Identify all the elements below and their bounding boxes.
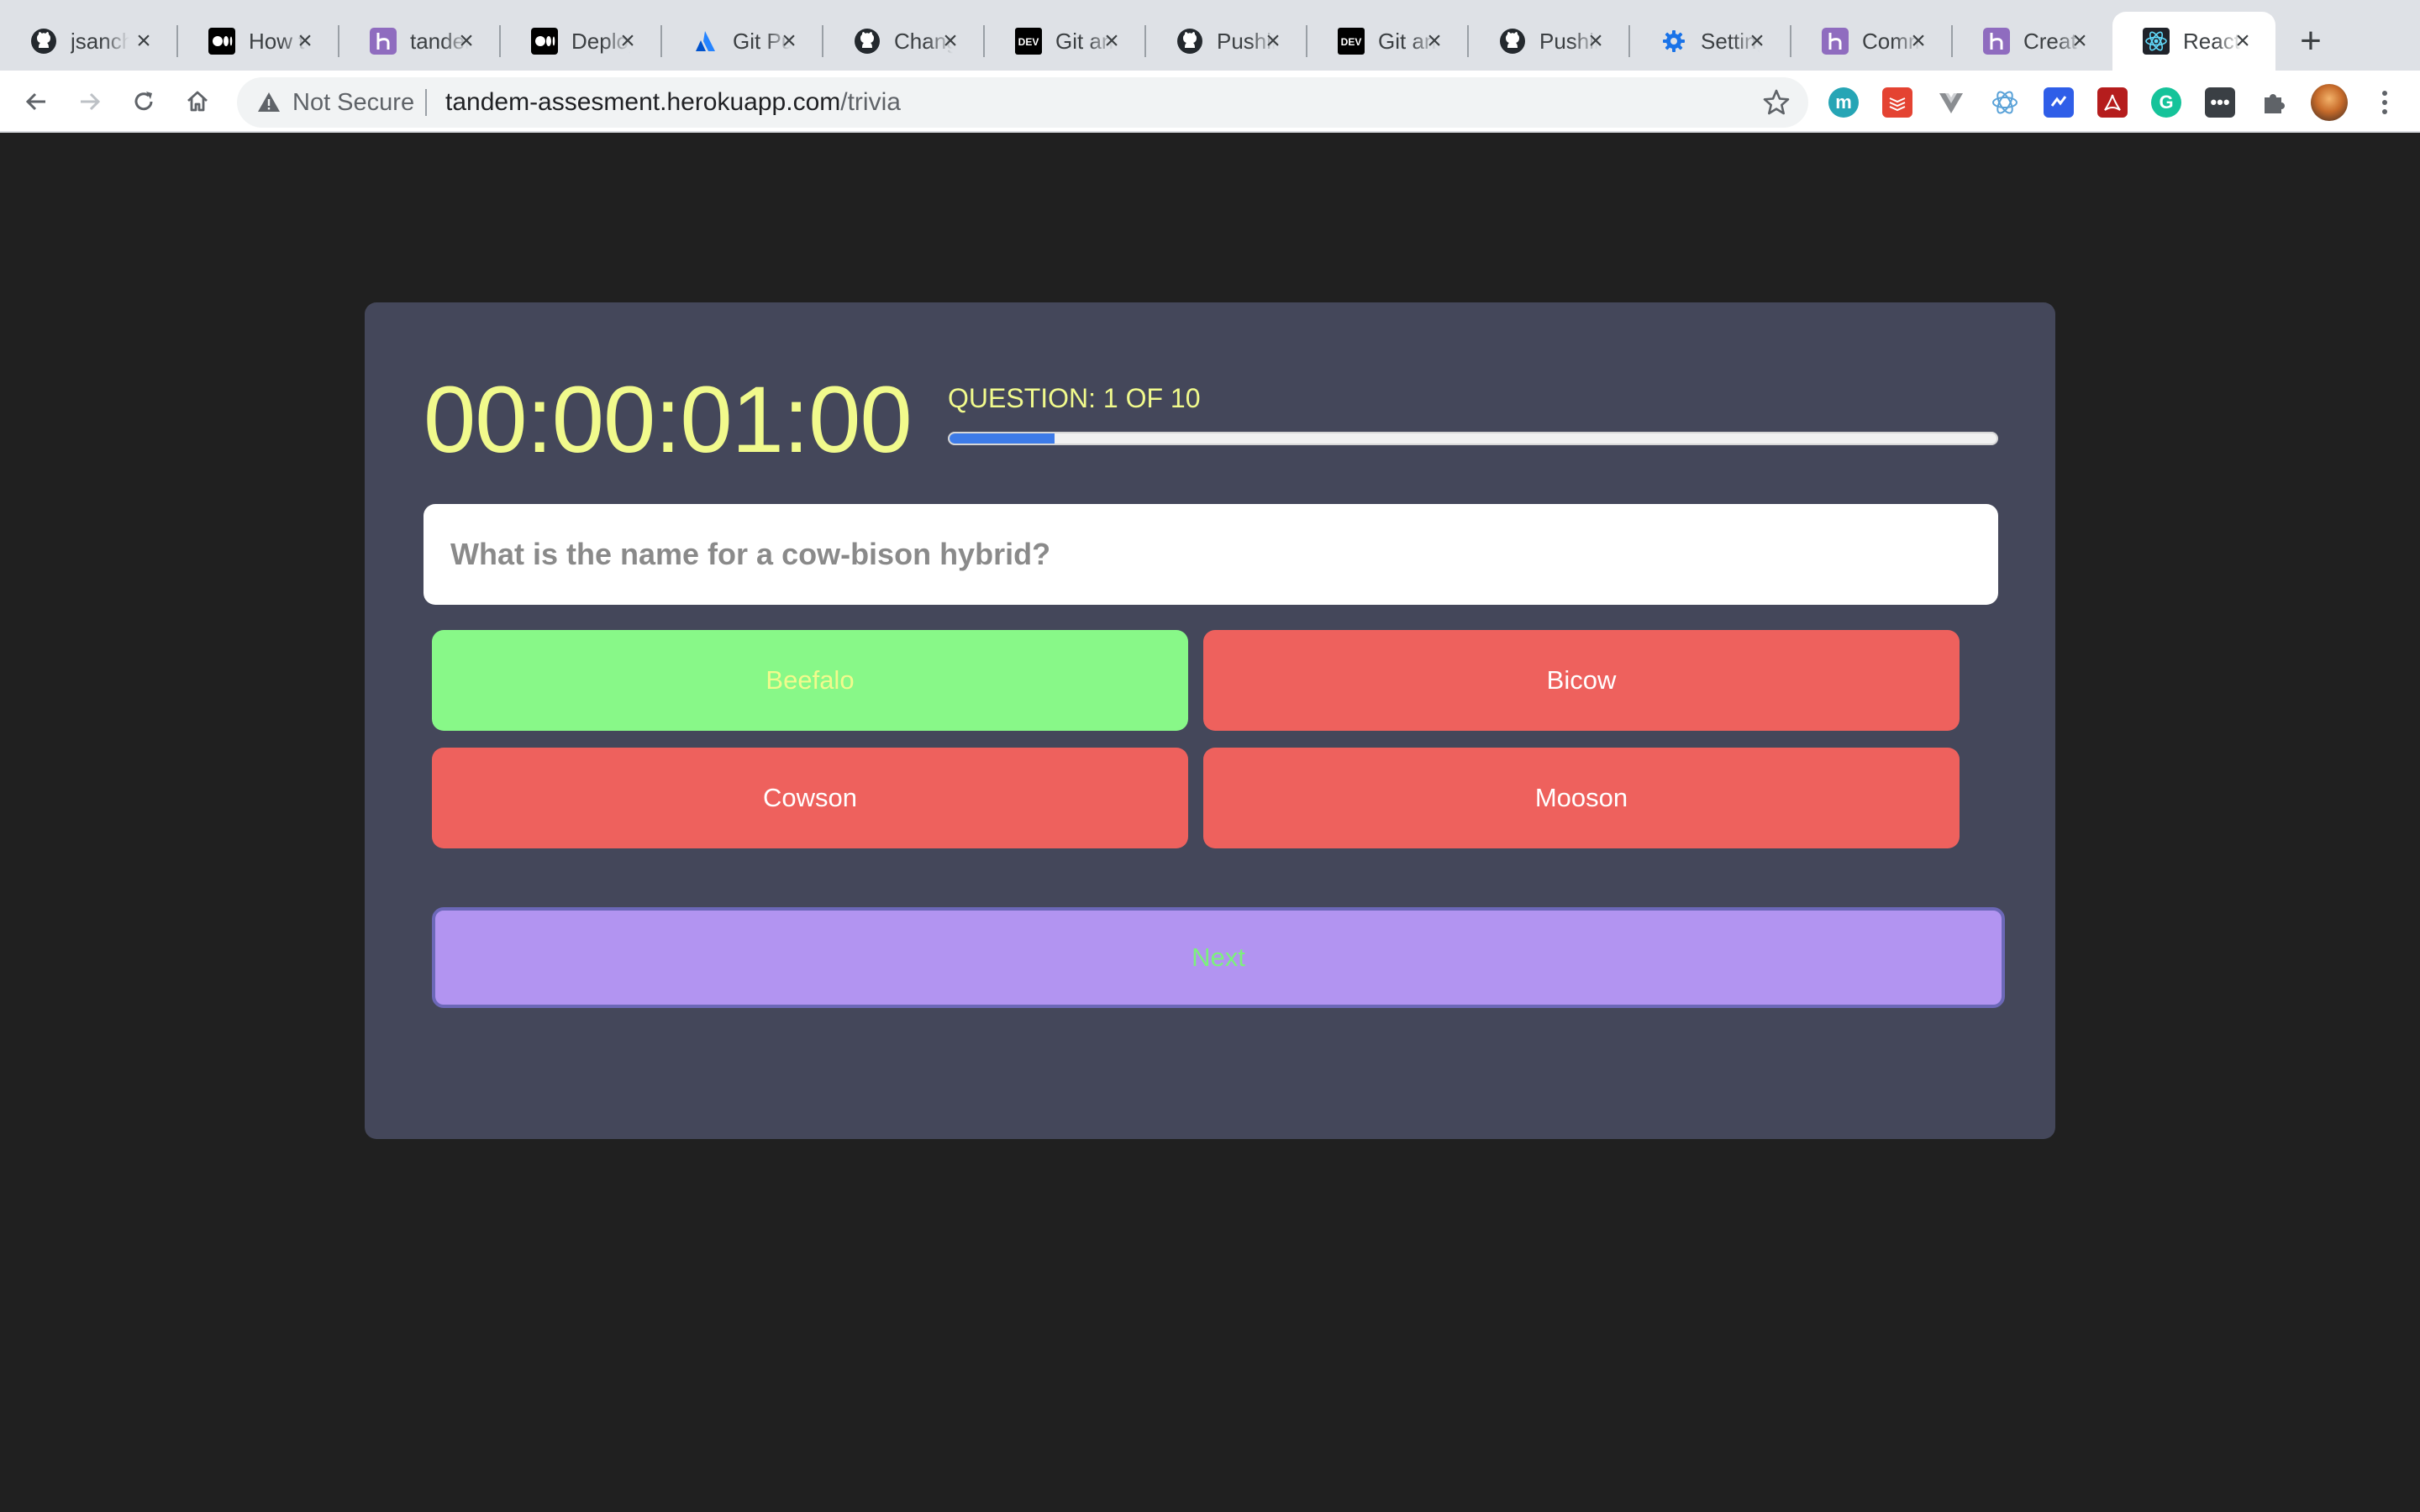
close-icon[interactable]: ×	[1907, 29, 1929, 54]
countdown-timer: 00:00:01:00	[424, 367, 913, 472]
tab-change[interactable]: Change ×	[823, 12, 983, 71]
progress-bar-fill	[950, 433, 1055, 444]
extension-blue-icon[interactable]	[2044, 87, 2074, 118]
tab-jsanchez[interactable]: jsanchez ×	[0, 12, 176, 71]
back-icon[interactable]	[18, 84, 54, 119]
tab-strip: jsanchez × How to × tandem × Deploy × Gi…	[0, 0, 2420, 71]
browser-toolbar: Not Secure tandem-assesment.herokuapp.co…	[0, 71, 2420, 133]
next-button[interactable]: Next	[432, 907, 2005, 1008]
tab-deploy[interactable]: Deploy ×	[501, 12, 660, 71]
question-counter: QUESTION: 1 OF 10	[948, 383, 1201, 413]
close-icon[interactable]: ×	[2069, 29, 2091, 54]
omnibox-divider	[425, 89, 427, 116]
gear-icon	[1660, 28, 1687, 55]
tab-pushing-2[interactable]: Pushing ×	[1469, 12, 1628, 71]
close-icon[interactable]: ×	[455, 29, 477, 54]
extensions-puzzle-icon[interactable]	[2259, 87, 2289, 118]
tab-pushing[interactable]: Pushing ×	[1146, 12, 1306, 71]
url-host: tandem-assesment.herokuapp.com	[445, 88, 841, 116]
tab-git-push[interactable]: Git Push ×	[662, 12, 822, 71]
heroku-icon	[1822, 28, 1849, 55]
extension-acrobat-icon[interactable]	[2097, 87, 2128, 118]
bookmark-star-icon[interactable]	[1761, 87, 1791, 118]
close-icon[interactable]: ×	[939, 29, 961, 54]
close-icon[interactable]: ×	[2232, 29, 2254, 54]
close-icon[interactable]: ×	[778, 29, 800, 54]
heroku-icon	[1983, 28, 2010, 55]
tab-comm[interactable]: Comm ×	[1791, 12, 1951, 71]
tab-git-and-2[interactable]: DEV Git and ×	[1307, 12, 1467, 71]
close-icon[interactable]: ×	[294, 29, 316, 54]
extension-atom-icon[interactable]	[1990, 87, 2020, 118]
security-label: Not Secure	[292, 89, 415, 116]
question-text: What is the name for a cow-bison hybrid?	[424, 504, 1998, 605]
close-icon[interactable]: ×	[1585, 29, 1607, 54]
profile-avatar[interactable]	[2311, 84, 2348, 121]
answer-button-mooson[interactable]: Mooson	[1203, 748, 1960, 848]
reload-icon[interactable]	[126, 84, 161, 119]
more-options-icon[interactable]	[2370, 87, 2400, 118]
extension-todoist-icon[interactable]	[1882, 87, 1912, 118]
github-icon	[1499, 28, 1526, 55]
dev-icon: DEV	[1338, 28, 1365, 55]
extension-m-icon[interactable]: m	[1828, 87, 1859, 118]
extension-password-icon[interactable]: •••	[2205, 87, 2235, 118]
github-icon	[854, 28, 881, 55]
tab-tandem[interactable]: tandem ×	[339, 12, 499, 71]
tab-react-active[interactable]: React ×	[2112, 12, 2275, 71]
svg-text:DEV: DEV	[1341, 36, 1362, 48]
url-path: /trivia	[840, 88, 901, 116]
answer-button-bicow[interactable]: Bicow	[1203, 630, 1960, 731]
dev-icon: DEV	[1015, 28, 1042, 55]
medium-icon	[531, 28, 558, 55]
heroku-icon	[370, 28, 397, 55]
medium-icon	[208, 28, 235, 55]
close-icon[interactable]: ×	[133, 29, 155, 54]
tab-title: jsanchez	[71, 28, 129, 54]
tab-git-and[interactable]: DEV Git and ×	[985, 12, 1144, 71]
atlassian-icon	[692, 28, 719, 55]
close-icon[interactable]: ×	[1101, 29, 1123, 54]
extension-vue-icon[interactable]	[1936, 87, 1966, 118]
react-icon	[2143, 28, 2170, 55]
forward-icon[interactable]	[72, 84, 108, 119]
extension-grammarly-icon[interactable]: G	[2151, 87, 2181, 118]
new-tab-button[interactable]: +	[2289, 20, 2333, 64]
github-icon	[30, 28, 57, 55]
tab-settings[interactable]: Settings ×	[1630, 12, 1790, 71]
close-icon[interactable]: ×	[1423, 29, 1445, 54]
close-icon[interactable]: ×	[1746, 29, 1768, 54]
close-icon[interactable]: ×	[617, 29, 639, 54]
progress-bar	[948, 432, 1998, 445]
github-icon	[1176, 28, 1203, 55]
answer-button-cowson[interactable]: Cowson	[432, 748, 1188, 848]
trivia-card: 00:00:01:00 QUESTION: 1 OF 10 What is th…	[365, 302, 2055, 1139]
url-text[interactable]: tandem-assesment.herokuapp.com/trivia	[445, 88, 901, 117]
home-icon[interactable]	[180, 84, 215, 119]
address-bar[interactable]: Not Secure tandem-assesment.herokuapp.co…	[237, 77, 1808, 128]
tab-how-to[interactable]: How to ×	[178, 12, 338, 71]
answer-button-beefalo[interactable]: Beefalo	[432, 630, 1188, 731]
tab-creat[interactable]: Creat ×	[1953, 12, 2112, 71]
svg-text:DEV: DEV	[1018, 36, 1039, 48]
close-icon[interactable]: ×	[1262, 29, 1284, 54]
warning-icon[interactable]	[255, 89, 282, 116]
